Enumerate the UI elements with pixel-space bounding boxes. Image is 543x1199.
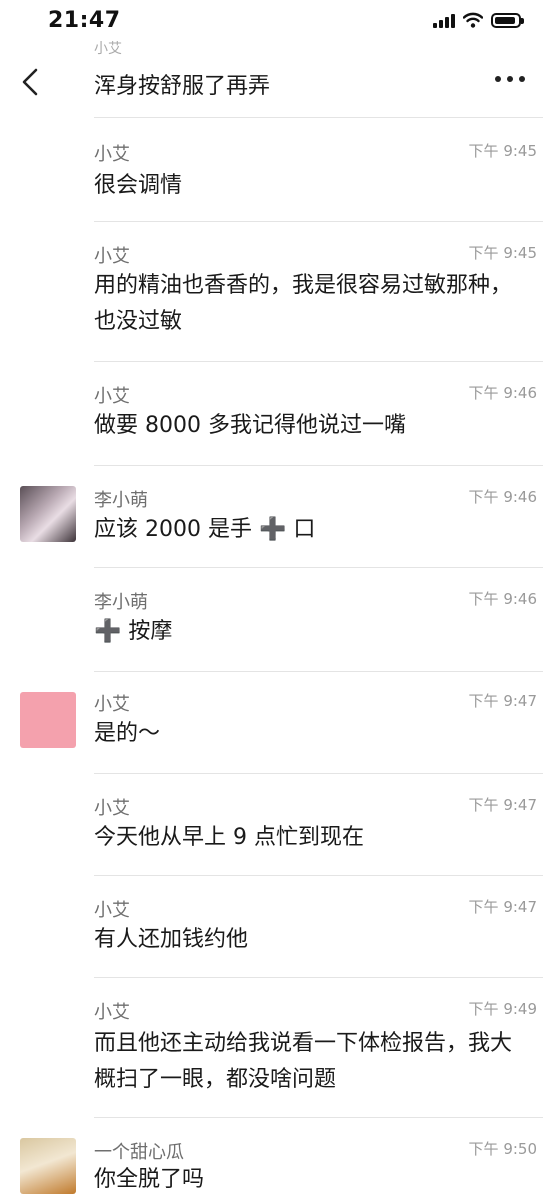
message-text: 应该 2000 是手 ➕ 口 <box>94 517 316 542</box>
message-item[interactable]: 小艾 下午 9:45 很会调情 <box>0 118 543 221</box>
more-options-icon[interactable] <box>495 76 525 82</box>
message-time: 下午 9:46 <box>468 488 537 506</box>
message-item[interactable]: 小艾 下午 9:46 做要 8000 多我记得他说过一嘴 <box>0 362 543 465</box>
status-icons <box>433 12 524 28</box>
battery-icon <box>491 12 524 28</box>
sender-name: 小艾 <box>94 798 130 819</box>
avatar[interactable] <box>20 692 76 748</box>
sender-name: 小艾 <box>94 144 130 165</box>
message-item[interactable]: 小艾 下午 9:47 是的～ <box>0 672 543 773</box>
message-item[interactable]: 小艾 下午 9:47 有人还加钱约他 <box>0 876 543 977</box>
message-text: 你全脱了吗 <box>94 1167 205 1192</box>
message-item[interactable]: 李小萌 下午 9:46 ➕ 按摩 <box>0 568 543 671</box>
sender-name: 小艾 <box>94 246 130 267</box>
message-text: 用的精油也香香的，我是很容易过敏那种，也没过敏 <box>94 273 513 334</box>
message-time: 下午 9:47 <box>468 898 537 916</box>
sender-name: 一个甜心瓜 <box>94 1142 184 1163</box>
message-text: 很会调情 <box>94 173 183 198</box>
message-item[interactable]: 小艾 下午 9:45 用的精油也香香的，我是很容易过敏那种，也没过敏 <box>0 222 543 361</box>
message-time: 下午 9:47 <box>468 796 537 814</box>
avatar[interactable] <box>20 1138 76 1194</box>
message-time: 下午 9:46 <box>468 590 537 608</box>
message-time: 下午 9:45 <box>468 244 537 262</box>
status-bar: 21:47 <box>0 0 543 44</box>
cellular-signal-icon <box>433 12 455 28</box>
message-item[interactable]: 一个甜心瓜 下午 9:50 你全脱了吗 <box>0 1118 543 1199</box>
message-text: 有人还加钱约他 <box>94 927 249 952</box>
sender-name: 李小萌 <box>94 490 148 511</box>
message-time: 下午 9:50 <box>468 1140 537 1158</box>
message-text: 是的～ <box>94 721 161 746</box>
back-arrow-icon[interactable] <box>14 64 50 100</box>
message-item[interactable]: 李小萌 下午 9:46 应该 2000 是手 ➕ 口 <box>0 466 543 567</box>
wifi-icon <box>463 12 483 28</box>
sender-name: 小艾 <box>94 1002 130 1023</box>
message-item[interactable]: 小艾 下午 9:49 而且他还主动给我说看一下体检报告，我大概扫了一眼，都没啥问… <box>0 978 543 1117</box>
message-text: 而且他还主动给我说看一下体检报告，我大概扫了一眼，都没啥问题 <box>94 1031 513 1092</box>
message-time: 下午 9:45 <box>468 142 537 160</box>
sender-name: 小艾 <box>94 900 130 921</box>
status-time: 21:47 <box>48 8 121 33</box>
chat-header: 小艾 浑身按舒服了再弄 <box>0 41 543 112</box>
sender-name: 小艾 <box>94 386 130 407</box>
clipped-sender-name: 小艾 <box>94 41 122 57</box>
message-text: 做要 8000 多我记得他说过一嘴 <box>94 413 406 438</box>
message-time: 下午 9:49 <box>468 1000 537 1018</box>
message-text: 今天他从早上 9 点忙到现在 <box>94 825 364 850</box>
message-time: 下午 9:47 <box>468 692 537 710</box>
avatar[interactable] <box>20 486 76 542</box>
message-time: 下午 9:46 <box>468 384 537 402</box>
message-text: ➕ 按摩 <box>94 619 173 644</box>
chat-title: 浑身按舒服了再弄 <box>94 74 271 99</box>
message-item[interactable]: 小艾 下午 9:47 今天他从早上 9 点忙到现在 <box>0 774 543 875</box>
sender-name: 小艾 <box>94 694 130 715</box>
sender-name: 李小萌 <box>94 592 148 613</box>
